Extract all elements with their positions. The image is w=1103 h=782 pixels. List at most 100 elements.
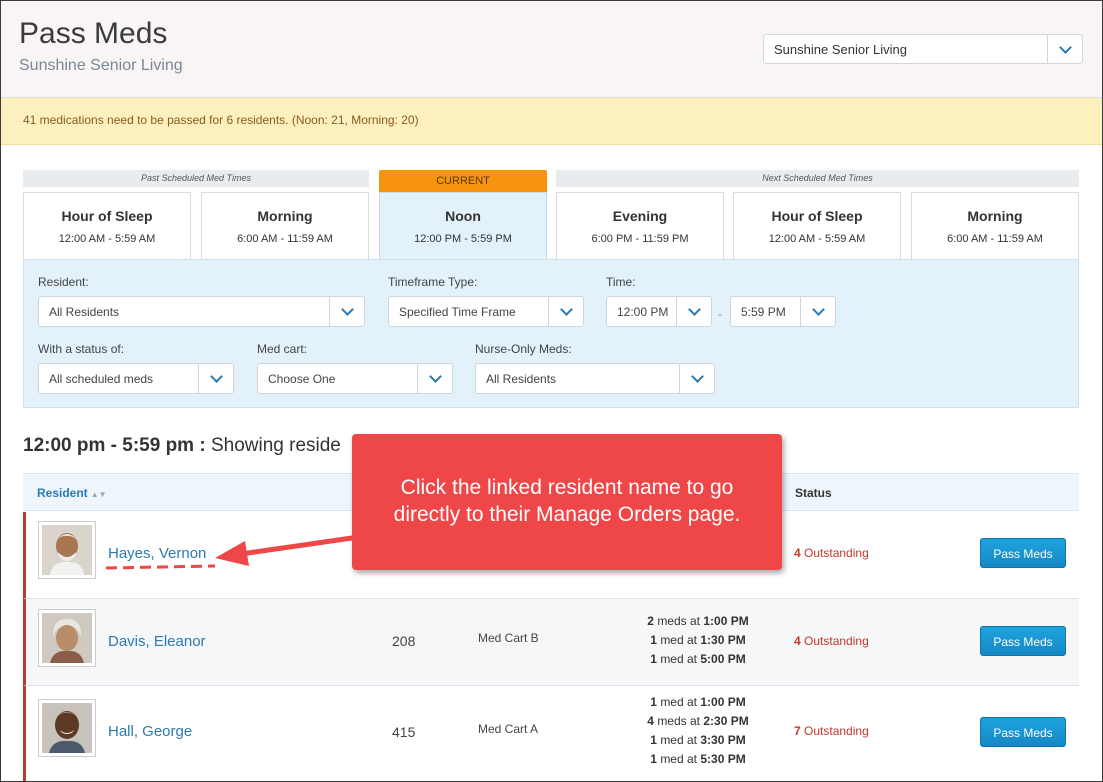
chevron-down-icon — [340, 303, 354, 316]
resident-filter-select[interactable]: All Residents — [38, 296, 365, 327]
resident-name-link[interactable]: Davis, Eleanor — [108, 633, 206, 650]
time-from-value: 12:00 PM — [617, 305, 669, 319]
dropdown-button[interactable] — [329, 297, 364, 326]
nurse-only-meds-select[interactable]: All Residents — [475, 363, 715, 394]
status-count: 4 — [794, 634, 801, 648]
time-entry: 1 med at 5:30 PM — [650, 752, 746, 766]
tab-name: Evening — [612, 208, 668, 224]
annotation-callout: Click the linked resident name to go dir… — [352, 434, 782, 570]
dropdown-button[interactable] — [548, 297, 583, 326]
tab-range: 6:00 AM - 11:59 AM — [237, 233, 333, 245]
resident-filter-value: All Residents — [49, 305, 120, 319]
time-entry: 1 med at 5:00 PM — [650, 652, 746, 666]
tab-evening-next[interactable]: Evening 6:00 PM - 11:59 PM — [556, 192, 724, 259]
scheduled-times: 1 med at 1:00 PM 4 meds at 2:30 PM 1 med… — [586, 693, 810, 769]
next-times-label: Next Scheduled Med Times — [556, 170, 1079, 187]
chevron-down-icon — [559, 303, 573, 316]
callout-line: Click the linked resident name to go — [400, 476, 734, 499]
tab-name: Hour of Sleep — [61, 208, 153, 224]
showing-heading: 12:00 pm - 5:59 pm : Showing reside — [23, 435, 341, 457]
time-separator: - — [718, 307, 722, 321]
current-label: CURRENT — [379, 170, 547, 192]
resident-column-header[interactable]: Resident ▲▼ — [37, 486, 107, 500]
avatar — [38, 609, 96, 667]
chevron-down-icon — [811, 303, 825, 316]
page-subtitle: Sunshine Senior Living — [19, 57, 183, 74]
med-cart-value: Choose One — [268, 372, 336, 386]
facility-select-value: Sunshine Senior Living — [774, 42, 907, 57]
time-entry: 1 med at 1:00 PM — [650, 695, 746, 709]
dropdown-button[interactable] — [800, 297, 835, 326]
status-outstanding: 7 Outstanding — [794, 724, 869, 738]
resident-name-link[interactable]: Hall, George — [108, 723, 192, 740]
med-cart: Med Cart A — [478, 722, 539, 736]
past-times-label: Past Scheduled Med Times — [23, 170, 369, 187]
time-to-value: 5:59 PM — [741, 305, 786, 319]
status-filter-value: All scheduled meds — [49, 372, 154, 386]
status-outstanding: 4 Outstanding — [794, 634, 869, 648]
status-text: Outstanding — [804, 724, 869, 738]
pass-meds-button[interactable]: Pass Meds — [980, 538, 1066, 568]
tab-name: Hour of Sleep — [771, 208, 863, 224]
dropdown-button[interactable] — [417, 364, 452, 393]
dropdown-button[interactable] — [198, 364, 233, 393]
status-outstanding: 4 Outstanding — [794, 546, 869, 560]
page-header: Pass Meds Sunshine Senior Living Sunshin… — [1, 1, 1102, 98]
timeframe-type-label: Timeframe Type: — [388, 275, 478, 289]
callout-line: directly to their Manage Orders page. — [393, 503, 741, 526]
status-count: 4 — [794, 546, 801, 560]
timeframe-type-select[interactable]: Specified Time Frame — [388, 296, 584, 327]
tab-range: 6:00 AM - 11:59 AM — [947, 233, 1043, 245]
scheduled-times: 2 meds at 1:00 PM 1 med at 1:30 PM 1 med… — [586, 612, 810, 669]
status-filter-select[interactable]: All scheduled meds — [38, 363, 234, 394]
med-cart-label: Med cart: — [257, 342, 308, 356]
tab-name: Morning — [967, 208, 1023, 224]
showing-range: 12:00 pm - 5:59 pm : — [23, 435, 206, 456]
time-entry: 1 med at 3:30 PM — [650, 733, 746, 747]
facility-select[interactable]: Sunshine Senior Living — [763, 34, 1083, 64]
tab-noon-current[interactable]: Noon 12:00 PM - 5:59 PM — [379, 192, 547, 260]
tab-range: 12:00 AM - 5:59 AM — [58, 233, 156, 245]
pass-meds-button[interactable]: Pass Meds — [980, 626, 1066, 656]
timeframe-type-value: Specified Time Frame — [399, 305, 516, 319]
table-row: Hall, George 415 Med Cart A 1 med at 1:0… — [23, 686, 1079, 781]
resident-filter-label: Resident: — [38, 275, 89, 289]
dropdown-button[interactable] — [676, 297, 711, 326]
tab-range: 12:00 AM - 5:59 AM — [768, 233, 866, 245]
nurse-only-meds-label: Nurse-Only Meds: — [475, 342, 572, 356]
room-number: 208 — [392, 633, 416, 649]
time-from-select[interactable]: 12:00 PM — [606, 296, 712, 327]
time-entry: 1 med at 1:30 PM — [650, 633, 746, 647]
tab-hour-of-sleep-next[interactable]: Hour of Sleep 12:00 AM - 5:59 AM — [733, 192, 901, 259]
medications-alert: 41 medications need to be passed for 6 r… — [1, 98, 1102, 145]
tab-hour-of-sleep-past[interactable]: Hour of Sleep 12:00 AM - 5:59 AM — [23, 192, 191, 259]
resident-name-link[interactable]: Hayes, Vernon — [108, 545, 206, 562]
dropdown-button[interactable] — [679, 364, 714, 393]
alert-message: 41 medications need to be passed for 6 r… — [23, 113, 419, 127]
sort-icon: ▲▼ — [90, 490, 107, 499]
tab-range: 12:00 PM - 5:59 PM — [414, 233, 512, 245]
time-label: Time: — [606, 275, 636, 289]
avatar — [38, 521, 96, 579]
room-number: 415 — [392, 724, 416, 740]
table-row: Davis, Eleanor 208 Med Cart B 2 meds at … — [23, 599, 1079, 686]
med-cart-select[interactable]: Choose One — [257, 363, 453, 394]
time-to-select[interactable]: 5:59 PM — [730, 296, 836, 327]
chevron-down-icon — [1058, 40, 1072, 54]
resident-column-label: Resident — [37, 486, 88, 500]
status-count: 7 — [794, 724, 801, 738]
time-entry: 2 meds at 1:00 PM — [647, 614, 749, 628]
status-filter-label: With a status of: — [38, 342, 125, 356]
showing-text: Showing reside — [210, 435, 341, 456]
status-text: Outstanding — [804, 634, 869, 648]
time-entry: 4 meds at 2:30 PM — [647, 714, 749, 728]
tab-morning-past[interactable]: Morning 6:00 AM - 11:59 AM — [201, 192, 369, 259]
status-column-header: Status — [795, 486, 832, 500]
chevron-down-icon — [209, 370, 223, 383]
tab-morning-next[interactable]: Morning 6:00 AM - 11:59 AM — [911, 192, 1079, 259]
pass-meds-button[interactable]: Pass Meds — [980, 717, 1066, 747]
facility-dropdown-button[interactable] — [1047, 35, 1082, 63]
page-title: Pass Meds — [19, 17, 168, 50]
chevron-down-icon — [690, 370, 704, 383]
pass-meds-page: Pass Meds Sunshine Senior Living Sunshin… — [0, 0, 1103, 782]
